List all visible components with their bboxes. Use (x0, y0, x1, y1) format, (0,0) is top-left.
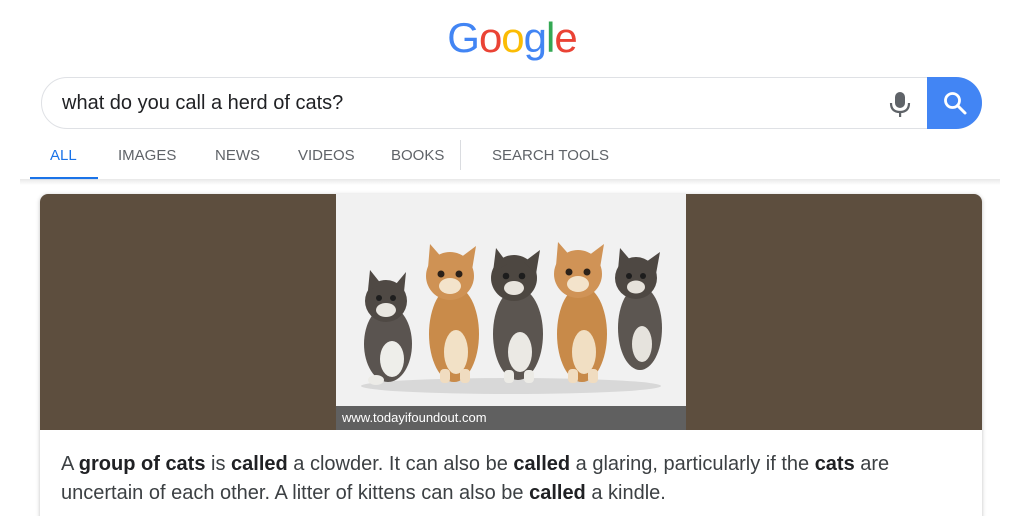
snippet-highlight: called (529, 482, 586, 504)
tab-news[interactable]: NEWS (215, 140, 260, 180)
tab-videos[interactable]: VIDEOS (298, 140, 355, 180)
featured-snippet-card: www.todayifoundout.com A group of cats i… (40, 194, 982, 516)
search-input[interactable] (62, 78, 862, 128)
tab-all[interactable]: ALL (50, 140, 77, 180)
google-logo[interactable]: Google (0, 14, 1024, 62)
logo-letter: g (523, 14, 547, 61)
snippet-segment: a clowder. It can also be (287, 453, 514, 475)
snippet-highlight: called (513, 453, 571, 475)
snippet-highlight: called (231, 453, 288, 475)
snippet-segment: is (205, 453, 232, 475)
tab-divider (460, 140, 461, 170)
snippet-segment: a kindle. (585, 482, 666, 504)
featured-image[interactable]: www.todayifoundout.com (336, 194, 686, 430)
logo-letter: o (501, 14, 524, 61)
logo-letter: G (447, 14, 480, 61)
snippet-segment: A (61, 453, 79, 475)
snippet-highlight: cats (814, 453, 855, 475)
tab-books[interactable]: BOOKS (391, 140, 444, 180)
tab-images[interactable]: IMAGES (118, 140, 176, 180)
tabs-shadow (20, 179, 1000, 185)
snippet-segment: a glaring, particularly if the (570, 453, 815, 475)
mic-icon[interactable] (887, 90, 913, 118)
image-source-caption[interactable]: www.todayifoundout.com (336, 406, 686, 430)
kittens-illustration (361, 242, 662, 394)
search-button[interactable] (927, 77, 982, 129)
logo-letter: o (478, 14, 502, 61)
tab-search-tools[interactable]: SEARCH TOOLS (492, 140, 609, 180)
logo-letter: l (546, 14, 555, 61)
snippet-text: A group of cats is called a clowder. It … (61, 450, 971, 508)
snippet-highlight: group of cats (78, 453, 206, 475)
search-bar (41, 77, 982, 129)
logo-letter: e (554, 14, 577, 61)
search-icon (943, 92, 966, 115)
